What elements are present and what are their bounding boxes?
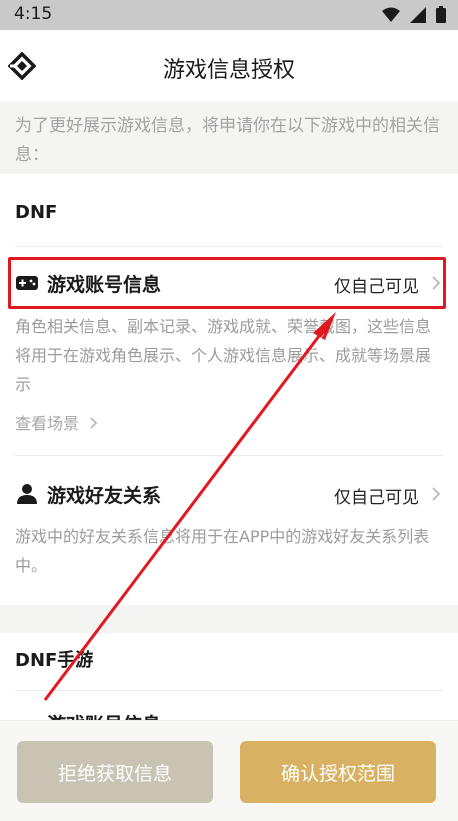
app-header: 游戏信息授权 [0,30,458,102]
permission-item-title: 游戏好友关系 [47,485,162,507]
permission-description: 游戏中的好友关系信息将用于在APP中的游戏好友关系列表中。 [15,527,430,575]
status-bar: 4:15 [0,0,458,30]
wifi-icon [382,7,400,22]
intro-text: 为了更好展示游戏信息，将申请你在以下游戏中的相关信息： [0,102,458,174]
game-heading-dnf: DNF [15,202,58,223]
chevron-right-icon [90,417,98,429]
section-divider [0,605,458,633]
annotation-highlight-box [8,257,446,309]
reject-button[interactable]: 拒绝获取信息 [17,741,213,803]
view-scenes-label: 查看场景 [15,414,80,433]
permission-item-friends[interactable]: 游戏好友关系 仅自己可见 [15,476,443,512]
person-icon [17,484,37,504]
game-heading-dnf-mobile: DNF手游 [15,650,94,671]
permission-description: 角色相关信息、副本记录、游戏成就、荣誉截图，这些信息将用于在游戏角色展示、个人游… [15,317,432,394]
status-icons [382,6,446,23]
divider [15,246,443,247]
visibility-scope[interactable]: 仅自己可见 [334,483,419,508]
view-scenes-link[interactable]: 查看场景 [15,410,100,434]
permission-item-account-mobile[interactable]: 游戏账号信息 [15,708,443,720]
battery-icon [436,6,446,23]
signal-icon [410,6,426,23]
page-title: 游戏信息授权 [162,58,295,83]
status-time: 4:15 [14,4,53,24]
divider [15,690,443,691]
confirm-button[interactable]: 确认授权范围 [240,741,436,803]
bottom-action-bar: 拒绝获取信息 确认授权范围 [0,720,458,821]
divider [15,455,443,456]
permission-item-title: 游戏账号信息 [47,710,161,720]
chevron-right-icon [432,487,441,501]
